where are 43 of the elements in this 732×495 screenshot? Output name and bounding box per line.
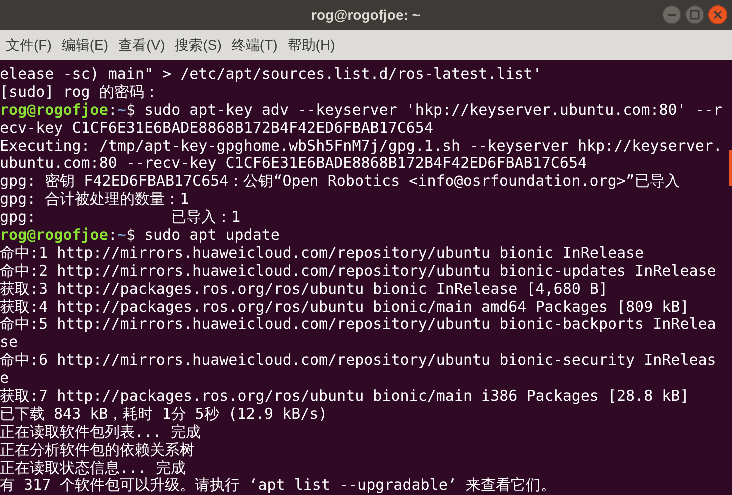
output-line: 正在分析软件包的依赖关系树 [0, 440, 195, 459]
menu-item[interactable]: 终端(T) [232, 34, 278, 56]
output-line: e [0, 369, 10, 388]
minimize-button[interactable] [662, 5, 682, 25]
output-line: 已下载 843 kB，耗时 1分 5秒 (12.9 kB/s) [0, 404, 328, 423]
output-line: [sudo] rog 的密码： [0, 82, 160, 101]
output-line: ubuntu.com:80 --recv-key C1CF6E31E6BADE8868B172B4F42ED6FBAB17C654 [0, 154, 587, 172]
output-line: elease -sc) main" > /etc/apt/sources.list.d/ros-latest.list' [0, 65, 542, 83]
output-line: Executing: /tmp/apt-key-gpghome.wbSh5FnM7j/gpg.1.sh --keyserver hkp://keyserver. [0, 136, 722, 155]
output-line: 命中:5 http://mirrors.huaweicloud.com/repository/ubuntu bionic-backports InRelea [0, 315, 716, 334]
output-line: ecv-key C1CF6E31E6BADE8868B172B4F42ED6FBAB17C654 [0, 118, 434, 137]
output-line: 命中:2 http://mirrors.huaweicloud.com/repository/ubuntu bionic-updates InRelease [0, 262, 716, 280]
menu-item[interactable]: 搜索(S) [175, 34, 222, 56]
prompt-user-host: rog@rogofjoe [0, 226, 108, 244]
prompt-symbol: $ [126, 100, 136, 119]
prompt-separator: : [108, 100, 118, 119]
menu-item[interactable]: 编辑(E) [62, 34, 109, 56]
output-line: 命中:6 http://mirrors.huaweicloud.com/repository/ubuntu bionic-security InReleas [0, 351, 716, 370]
output-line: gpg: 密钥 F42ED6FBAB17C654：公钥“Open Robotics <info@osrfoundation.org>”已导入 [0, 172, 680, 190]
prompt-path: ~ [117, 100, 126, 119]
output-line: 正在读取软件包列表... 完成 [0, 422, 202, 441]
prompt-separator: : [108, 226, 118, 244]
menu-item[interactable]: 帮助(H) [288, 34, 336, 56]
prompt-user-host: rog@rogofjoe [0, 100, 108, 119]
output-line: 获取:7 http://packages.ros.org/ros/ubuntu bionic/main i386 Packages [28.8 kB] [0, 387, 690, 406]
output-line: 命中:1 http://mirrors.huaweicloud.com/repository/ubuntu bionic InRelease [0, 244, 644, 262]
menu-item[interactable]: 查看(V) [118, 34, 166, 56]
close-button[interactable] [708, 5, 728, 25]
output-line: gpg: 合计被处理的数量：1 [0, 190, 190, 208]
maximize-button[interactable] [685, 5, 705, 25]
prompt-path: ~ [117, 226, 126, 244]
command-text: sudo apt-key adv --keyserver 'hkp://keyserver.ubuntu.com:80' --r [144, 100, 722, 119]
output-line: 获取:3 http://packages.ros.org/ros/ubuntu bionic InRelease [4,680 B] [0, 280, 608, 298]
output-line: se [0, 333, 18, 352]
output-line: 有 317 个软件包可以升级。请执行 ‘apt list --upgradable’ 来查看它们。 [0, 476, 556, 494]
menu-item[interactable]: 文件(F) [6, 34, 52, 56]
scrollbar-thumb[interactable] [729, 150, 732, 186]
output-line: gpg: 已导入：1 [0, 208, 241, 226]
prompt-symbol: $ [126, 226, 136, 244]
command-text: sudo apt update [144, 226, 280, 244]
window-title: rog@rogofjoe: ~ [312, 6, 420, 25]
output-line: 获取:4 http://packages.ros.org/ros/ubuntu bionic/main amd64 Packages [809 kB] [0, 298, 690, 316]
output-line: 正在读取状态信息... 完成 [0, 458, 186, 477]
